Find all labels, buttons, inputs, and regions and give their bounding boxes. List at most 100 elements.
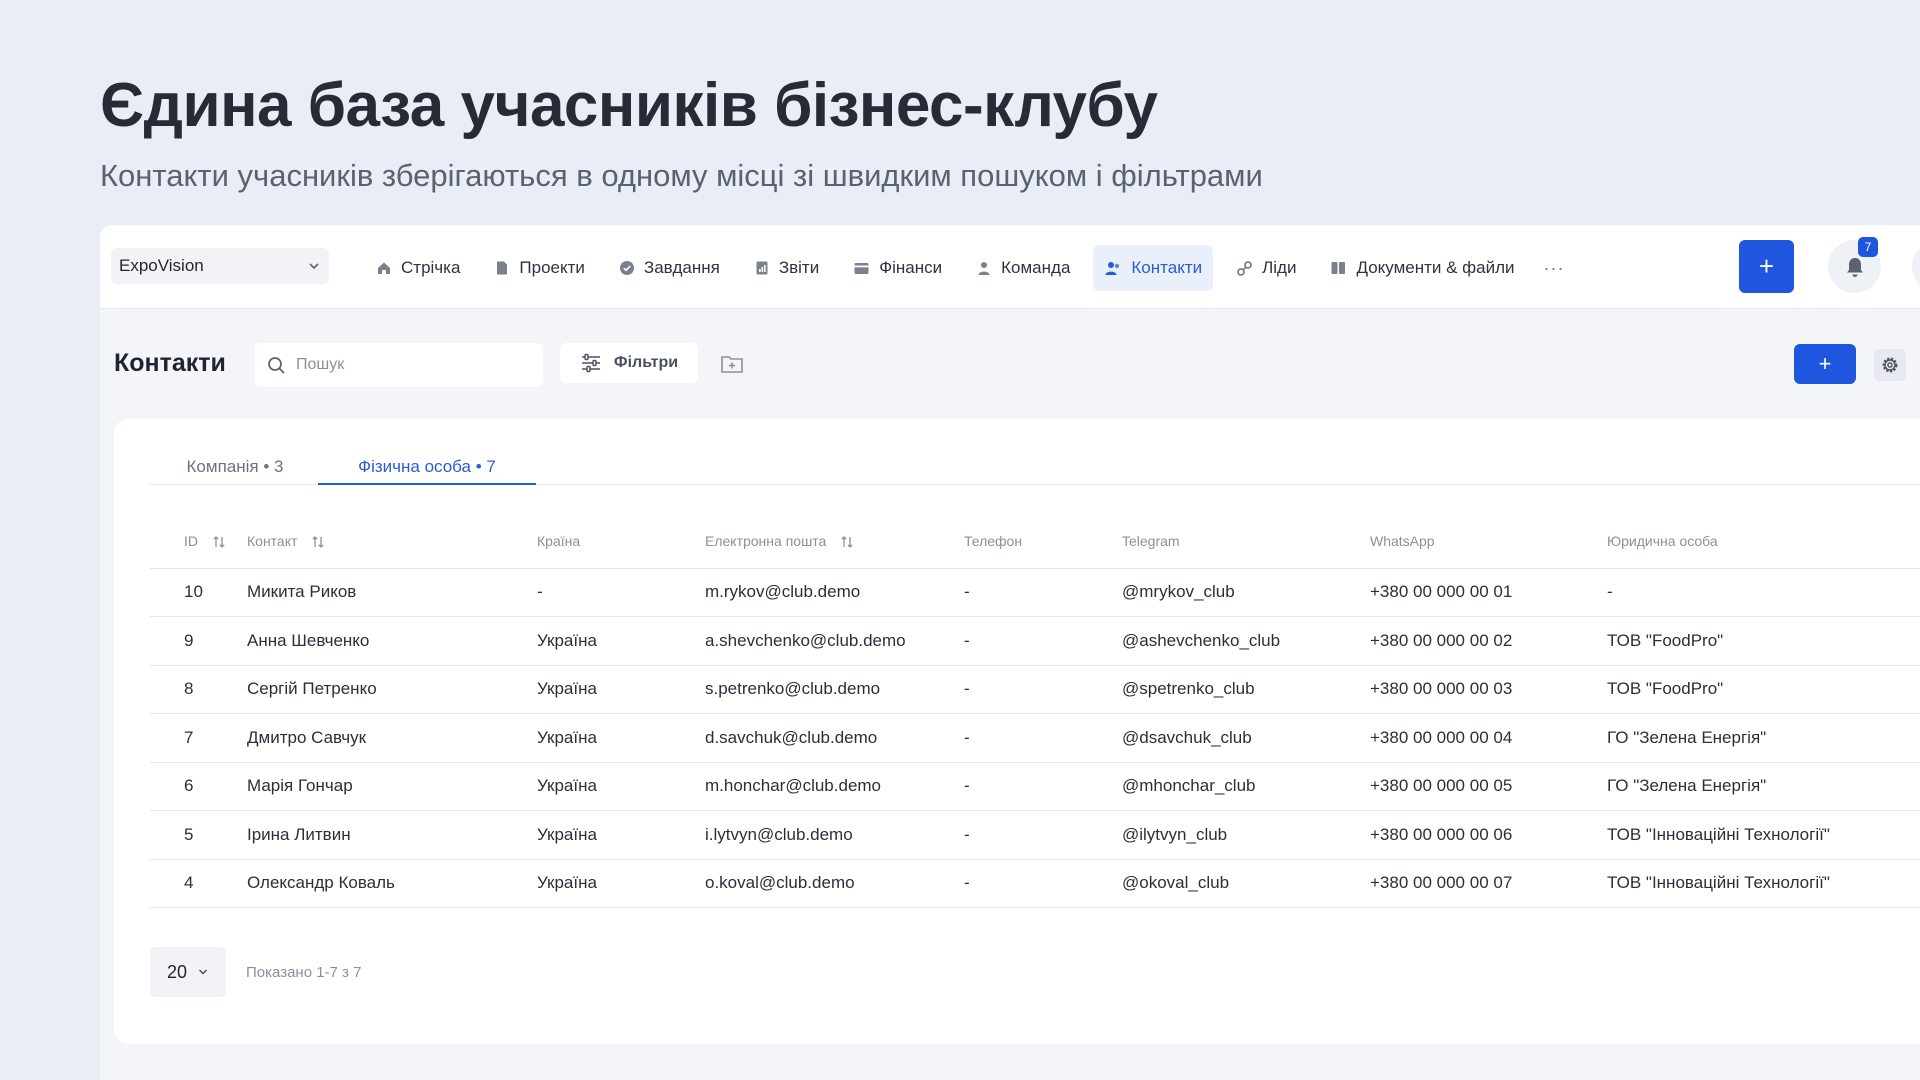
column-header-id[interactable]: ID: [150, 514, 247, 569]
sort-icon[interactable]: [212, 535, 226, 549]
cell-contact: Ірина Литвин: [247, 810, 537, 860]
nav-item-documents[interactable]: Документи & файли: [1319, 245, 1525, 291]
nav-item-label: Стрічка: [401, 258, 461, 277]
cell-email: m.honchar@club.demo: [705, 762, 964, 811]
sliders-icon: [581, 353, 600, 373]
nav-item-label: Звіти: [778, 258, 820, 277]
nav-item-tasks[interactable]: Завдання: [608, 245, 731, 291]
avatar[interactable]: [1912, 240, 1920, 293]
cell-email: m.rykov@club.demo: [705, 568, 964, 617]
cell-id: 5: [150, 810, 247, 860]
page-title: Контакти: [114, 349, 226, 377]
cell-country: -: [537, 568, 705, 617]
column-header-label: Контакт: [247, 532, 298, 549]
table-row[interactable]: 10 Микита Риков - m.rykov@club.demo - @m…: [150, 568, 1920, 617]
cell-country: Україна: [537, 810, 705, 860]
cell-phone: -: [964, 616, 1122, 666]
topbar-add-button[interactable]: +: [1739, 240, 1794, 293]
filters-label: Фільтри: [613, 354, 679, 371]
contacts-table: ID Контакт Країна Електронна пошта Телеф…: [150, 514, 1920, 908]
nav-item-reports[interactable]: Звіти: [743, 245, 830, 291]
cell-id: 10: [150, 568, 247, 617]
table-row[interactable]: 6 Марія Гончар Україна m.honchar@club.de…: [150, 762, 1920, 811]
column-header-legal-entity: Юридична особа: [1607, 514, 1920, 569]
cell-legal-entity: ТОВ "FoodPro": [1607, 616, 1920, 666]
cell-phone: -: [964, 568, 1122, 617]
search-icon: [268, 356, 285, 374]
nav-item-label: Проекти: [519, 258, 585, 277]
nav-item-leads[interactable]: Ліди: [1225, 245, 1307, 291]
column-header-email[interactable]: Електронна пошта: [705, 514, 964, 569]
column-header-whatsapp: WhatsApp: [1370, 514, 1607, 569]
chevron-down-icon: [307, 259, 321, 273]
nav-item-team[interactable]: Команда: [965, 245, 1081, 291]
person-icon: [978, 262, 990, 275]
nav-item-projects[interactable]: Проекти: [483, 245, 596, 291]
cell-country: Україна: [537, 665, 705, 714]
add-contact-button[interactable]: +: [1794, 344, 1856, 384]
table-row[interactable]: 5 Ірина Литвин Україна i.lytvyn@club.dem…: [150, 810, 1920, 860]
sort-icon[interactable]: [840, 535, 854, 549]
cell-legal-entity: ТОВ "Інноваційні Технології": [1607, 810, 1920, 860]
table-row[interactable]: 4 Олександр Коваль Україна o.koval@club.…: [150, 859, 1920, 908]
page-size-select[interactable]: 20: [150, 947, 226, 997]
check-circle-icon: [619, 261, 634, 275]
main-nav: Стрічка Проекти Завдання Звіти Фінанси К…: [365, 245, 1565, 291]
nav-item-label: Документи & файли: [1356, 258, 1515, 277]
filters-button[interactable]: Фільтри: [560, 343, 698, 383]
link-icon: [1237, 260, 1253, 276]
cell-legal-entity: ГО "Зелена Енергія": [1607, 713, 1920, 763]
table-row[interactable]: 8 Сергій Петренко Україна s.petrenko@clu…: [150, 665, 1920, 714]
tab-individual[interactable]: Фізична особа • 7: [318, 449, 536, 485]
cell-whatsapp: +380 00 000 00 06: [1370, 810, 1607, 860]
gear-icon: [1882, 357, 1898, 373]
cell-contact: Микита Риков: [247, 568, 537, 617]
cell-email: a.shevchenko@club.demo: [705, 616, 964, 666]
nav-item-finance[interactable]: Фінанси: [842, 245, 953, 291]
add-folder-button[interactable]: [718, 349, 746, 377]
cell-country: Україна: [537, 762, 705, 811]
nav-item-label: Контакти: [1131, 258, 1203, 277]
cell-email: s.petrenko@club.demo: [705, 665, 964, 714]
cell-telegram: @spetrenko_club: [1122, 665, 1370, 714]
cell-country: Україна: [537, 713, 705, 763]
contacts-card: Компанія • 3 Фізична особа • 7 ID Контак…: [114, 419, 1920, 1044]
folder-plus-icon: [721, 355, 743, 373]
cell-id: 4: [150, 859, 247, 908]
table-row[interactable]: 9 Анна Шевченко Україна a.shevchenko@clu…: [150, 616, 1920, 666]
cell-id: 8: [150, 665, 247, 714]
app-window: ExpoVision Стрічка Проекти Завдання Звіт…: [100, 225, 1920, 1080]
cell-phone: -: [964, 859, 1122, 908]
cell-phone: -: [964, 810, 1122, 860]
nav-item-label: Команда: [1001, 258, 1071, 277]
wallet-icon: [854, 263, 869, 274]
cell-email: o.koval@club.demo: [705, 859, 964, 908]
cell-whatsapp: +380 00 000 00 05: [1370, 762, 1607, 811]
cell-whatsapp: +380 00 000 00 07: [1370, 859, 1607, 908]
tab-company[interactable]: Компанія • 3: [150, 449, 320, 485]
cell-whatsapp: +380 00 000 00 03: [1370, 665, 1607, 714]
nav-item-contacts[interactable]: Контакти: [1093, 245, 1214, 291]
table-header-row: ID Контакт Країна Електронна пошта Телеф…: [150, 514, 1920, 569]
cell-email: i.lytvyn@club.demo: [705, 810, 964, 860]
cell-legal-entity: -: [1607, 568, 1920, 617]
bell-icon: [1846, 257, 1863, 277]
nav-item-feed[interactable]: Стрічка: [365, 245, 471, 291]
search-input[interactable]: [296, 356, 516, 374]
settings-button[interactable]: [1874, 349, 1906, 381]
cell-email: d.savchuk@club.demo: [705, 713, 964, 763]
cell-id: 6: [150, 762, 247, 811]
nav-more-button[interactable]: ···: [1544, 258, 1565, 279]
cell-whatsapp: +380 00 000 00 04: [1370, 713, 1607, 763]
cell-id: 9: [150, 616, 247, 666]
workspace-selector[interactable]: ExpoVision: [111, 248, 329, 284]
files-icon: [1331, 262, 1346, 274]
cell-phone: -: [964, 665, 1122, 714]
cell-telegram: @ilytvyn_club: [1122, 810, 1370, 860]
notification-count-badge: 7: [1858, 237, 1878, 257]
document-icon: [497, 261, 508, 275]
sort-icon[interactable]: [311, 535, 325, 549]
nav-item-label: Завдання: [643, 258, 720, 277]
column-header-contact[interactable]: Контакт: [247, 514, 537, 569]
table-row[interactable]: 7 Дмитро Савчук Україна d.savchuk@club.d…: [150, 713, 1920, 763]
